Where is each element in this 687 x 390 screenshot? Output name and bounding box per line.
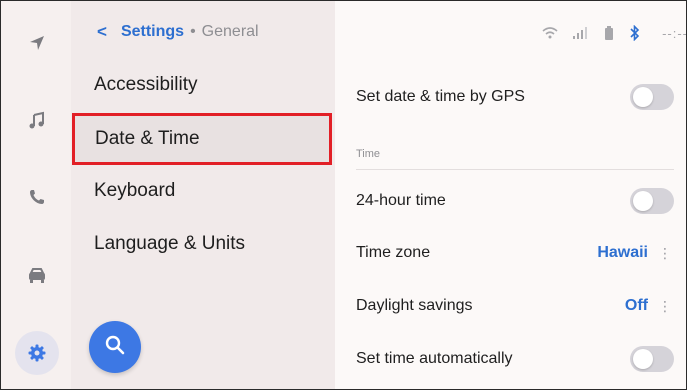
- navigation-icon: [27, 33, 47, 53]
- menu-item-date-time[interactable]: Date & Time: [72, 113, 332, 165]
- nav-rail-phone[interactable]: [15, 175, 59, 219]
- nav-rail-settings[interactable]: [15, 331, 59, 375]
- hour24-toggle[interactable]: [630, 188, 674, 214]
- hour24-label: 24-hour time: [356, 192, 446, 209]
- timezone-row[interactable]: Time zone Hawaii ⋮: [356, 227, 674, 279]
- daylight-savings-row[interactable]: Daylight savings Off ⋮: [356, 280, 674, 332]
- nav-rail-vehicle[interactable]: [15, 253, 59, 297]
- car-icon: [26, 265, 48, 285]
- time-section-title: Time: [356, 148, 381, 160]
- section-divider: [356, 169, 674, 170]
- breadcrumb-settings-link[interactable]: Settings: [121, 23, 184, 41]
- nav-rail-music[interactable]: [15, 99, 59, 143]
- auto-time-label: Set time automatically: [356, 350, 513, 367]
- gear-icon: [27, 343, 47, 363]
- back-button[interactable]: <: [97, 22, 107, 42]
- daylight-savings-value: Off: [624, 297, 648, 314]
- menu-item-keyboard[interactable]: Keyboard: [71, 165, 335, 217]
- gps-time-toggle[interactable]: [630, 84, 674, 110]
- timezone-value: Hawaii: [597, 244, 648, 261]
- more-options-icon: ⋮: [658, 244, 672, 261]
- daylight-savings-label: Daylight savings: [356, 297, 473, 314]
- breadcrumb-separator: •: [190, 23, 196, 40]
- status-bar: --:--: [542, 23, 687, 43]
- timezone-selector[interactable]: Hawaii ⋮: [597, 244, 674, 262]
- menu-item-language-units[interactable]: Language & Units: [71, 218, 335, 270]
- hour24-row: 24-hour time: [356, 175, 674, 227]
- daylight-savings-selector[interactable]: Off ⋮: [625, 297, 674, 315]
- timezone-label: Time zone: [356, 244, 431, 261]
- nav-rail-navigation[interactable]: [15, 21, 59, 65]
- settings-screen: < Settings • General Accessibility Date …: [0, 0, 687, 390]
- wifi-icon: [542, 26, 558, 40]
- music-icon: [27, 111, 47, 131]
- gps-time-label: Set date & time by GPS: [356, 88, 525, 105]
- auto-time-toggle[interactable]: [630, 346, 674, 372]
- bluetooth-icon: [630, 25, 640, 41]
- search-icon: [104, 334, 126, 361]
- auto-time-row: Set time automatically: [356, 333, 674, 385]
- more-options-icon: ⋮: [658, 297, 672, 314]
- search-button[interactable]: [89, 321, 141, 373]
- breadcrumb-current: General: [201, 23, 259, 40]
- phone-icon: [27, 187, 47, 207]
- nav-rail: [1, 1, 71, 389]
- signal-icon: [572, 26, 588, 40]
- gps-time-row: Set date & time by GPS: [356, 71, 674, 123]
- date-time-panel: --:-- Set date & time by GPS Time 24-hou…: [335, 1, 687, 389]
- battery-icon: [604, 26, 614, 40]
- menu-item-accessibility[interactable]: Accessibility: [71, 59, 335, 111]
- breadcrumb: < Settings • General: [97, 21, 259, 43]
- clock: --:--: [662, 25, 687, 41]
